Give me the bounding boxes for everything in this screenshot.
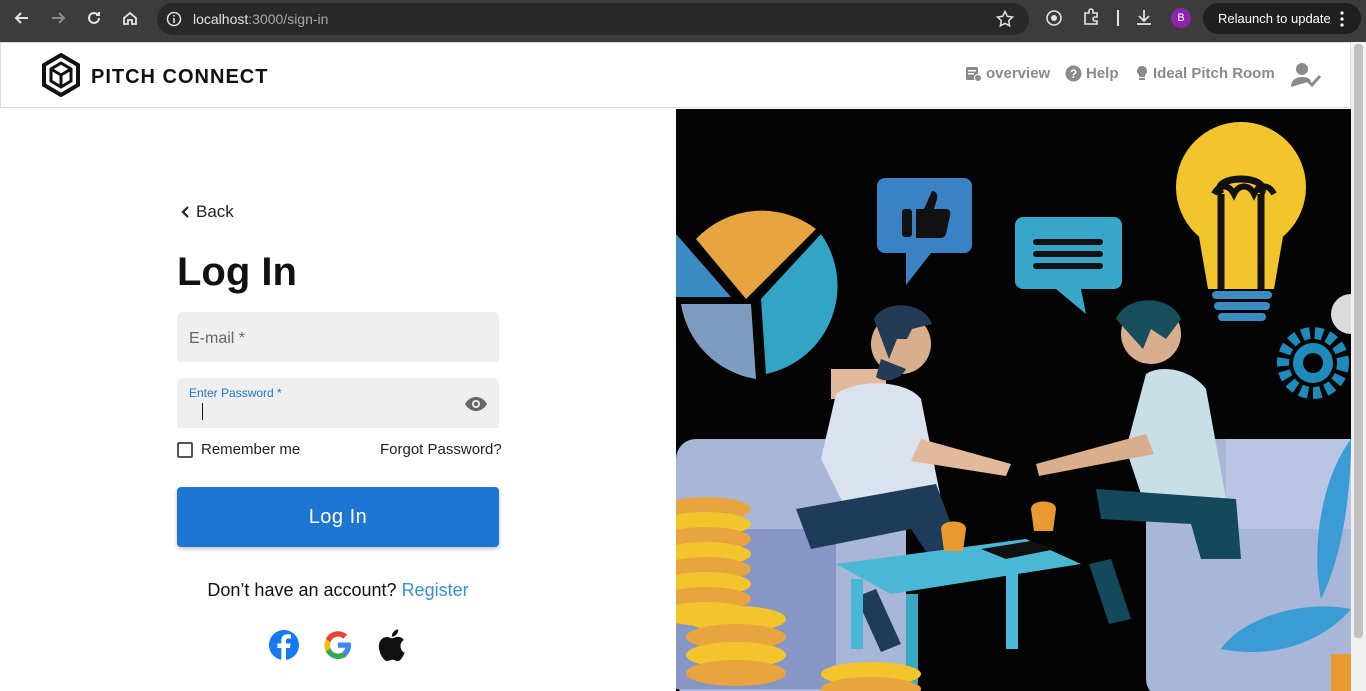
nav-ideal-pitch-room[interactable]: Ideal Pitch Room (1135, 65, 1275, 82)
nav-overview[interactable]: overview (965, 65, 1050, 82)
password-field[interactable]: Enter Password * (177, 378, 499, 428)
help-icon: ? (1065, 65, 1082, 82)
register-link[interactable]: Register (402, 580, 469, 600)
url-path: :3000/sign-in (248, 11, 329, 27)
password-label: Enter Password * (189, 386, 282, 400)
no-account-text: Don’t have an account? (207, 580, 397, 600)
toolbar-divider (1117, 10, 1119, 26)
show-password-icon[interactable] (464, 392, 488, 421)
back-arrow-icon[interactable] (10, 6, 34, 30)
brand[interactable]: PITCH CONNECT (41, 52, 269, 102)
remember-label: Remember me (201, 441, 301, 458)
user-check-icon[interactable] (1291, 61, 1323, 94)
browser-toolbar: localhost:3000/sign-in B Relaunch to upd… (0, 0, 1366, 42)
lightbulb-icon (1137, 66, 1147, 80)
bookmark-star-icon[interactable] (995, 9, 1015, 33)
login-button[interactable]: Log In (177, 487, 499, 547)
relaunch-button[interactable]: Relaunch to update (1203, 3, 1361, 34)
email-label: E-mail * (189, 330, 246, 347)
hero-illustration (676, 109, 1351, 691)
back-label: Back (196, 202, 234, 221)
google-icon[interactable] (322, 629, 354, 661)
remember-me[interactable]: Remember me (177, 441, 300, 458)
nav-overview-label: overview (986, 65, 1051, 82)
scrollbar-thumb[interactable] (1354, 44, 1363, 638)
back-link[interactable]: Back (180, 202, 234, 222)
forward-arrow-icon[interactable] (46, 6, 70, 30)
nav-help-label: Help (1086, 65, 1119, 82)
app-header: PITCH CONNECT overview ? Help Ideal Pitc… (0, 42, 1351, 108)
chevron-left-icon (181, 206, 189, 218)
profile-avatar[interactable]: B (1171, 8, 1191, 28)
overview-icon (966, 67, 982, 82)
home-icon[interactable] (118, 6, 142, 30)
register-prompt: Don’t have an account? Register (0, 580, 676, 601)
svg-text:?: ? (1070, 67, 1077, 81)
nav-help[interactable]: ? Help (1065, 65, 1119, 82)
url-host: localhost (193, 11, 249, 27)
more-menu-icon[interactable] (1340, 11, 1344, 30)
url-text: localhost:3000/sign-in (193, 11, 328, 27)
brand-name: PITCH CONNECT (91, 66, 269, 88)
relaunch-label: Relaunch to update (1218, 11, 1331, 26)
apple-icon[interactable] (376, 629, 408, 661)
page-title: Log In (177, 250, 297, 294)
logo-icon (41, 52, 81, 102)
media-icon[interactable] (1045, 9, 1063, 32)
email-field[interactable]: E-mail * (177, 312, 499, 362)
download-icon[interactable] (1135, 8, 1153, 31)
forgot-password-link[interactable]: Forgot Password? (380, 441, 502, 458)
facebook-icon[interactable] (268, 629, 300, 661)
remember-checkbox[interactable] (177, 441, 193, 458)
nav-ideal-pitch-room-label: Ideal Pitch Room (1153, 65, 1275, 82)
extensions-icon[interactable] (1082, 8, 1100, 31)
address-bar[interactable]: localhost:3000/sign-in (157, 3, 1029, 35)
reload-icon[interactable] (82, 6, 106, 30)
text-caret (202, 403, 203, 420)
site-info-icon[interactable] (166, 11, 182, 32)
